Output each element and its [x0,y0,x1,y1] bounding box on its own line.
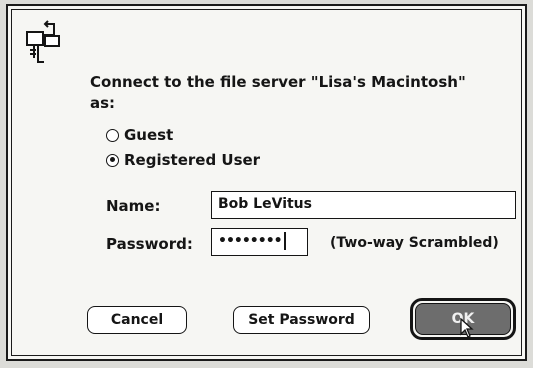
name-value: Bob LeVitus [218,196,312,212]
set-password-button[interactable]: Set Password [233,306,370,334]
name-label: Name: [106,197,161,215]
text-cursor [283,232,286,250]
prompt-line-1: Connect to the file server "Lisa's Macin… [90,73,466,91]
registered-user-option[interactable]: Registered User [106,150,260,170]
guest-radio[interactable] [106,128,119,142]
password-value: •••••••• [218,233,283,249]
connect-prompt: Connect to the file server "Lisa's Macin… [90,72,510,114]
guest-label: Guest [124,126,174,144]
registered-user-label: Registered User [124,151,261,169]
connect-dialog: Connect to the file server "Lisa's Macin… [6,4,527,361]
mouse-pointer-icon [460,318,474,338]
password-field[interactable]: •••••••• [211,228,308,256]
password-note: (Two-way Scrambled) [330,235,499,251]
password-label: Password: [106,235,193,253]
cancel-button[interactable]: Cancel [87,306,187,334]
registered-user-radio[interactable] [106,153,119,167]
file-server-icon [26,20,60,63]
name-field[interactable]: Bob LeVitus [211,191,516,219]
guest-option[interactable]: Guest [106,125,173,145]
prompt-line-2: as: [90,94,116,112]
